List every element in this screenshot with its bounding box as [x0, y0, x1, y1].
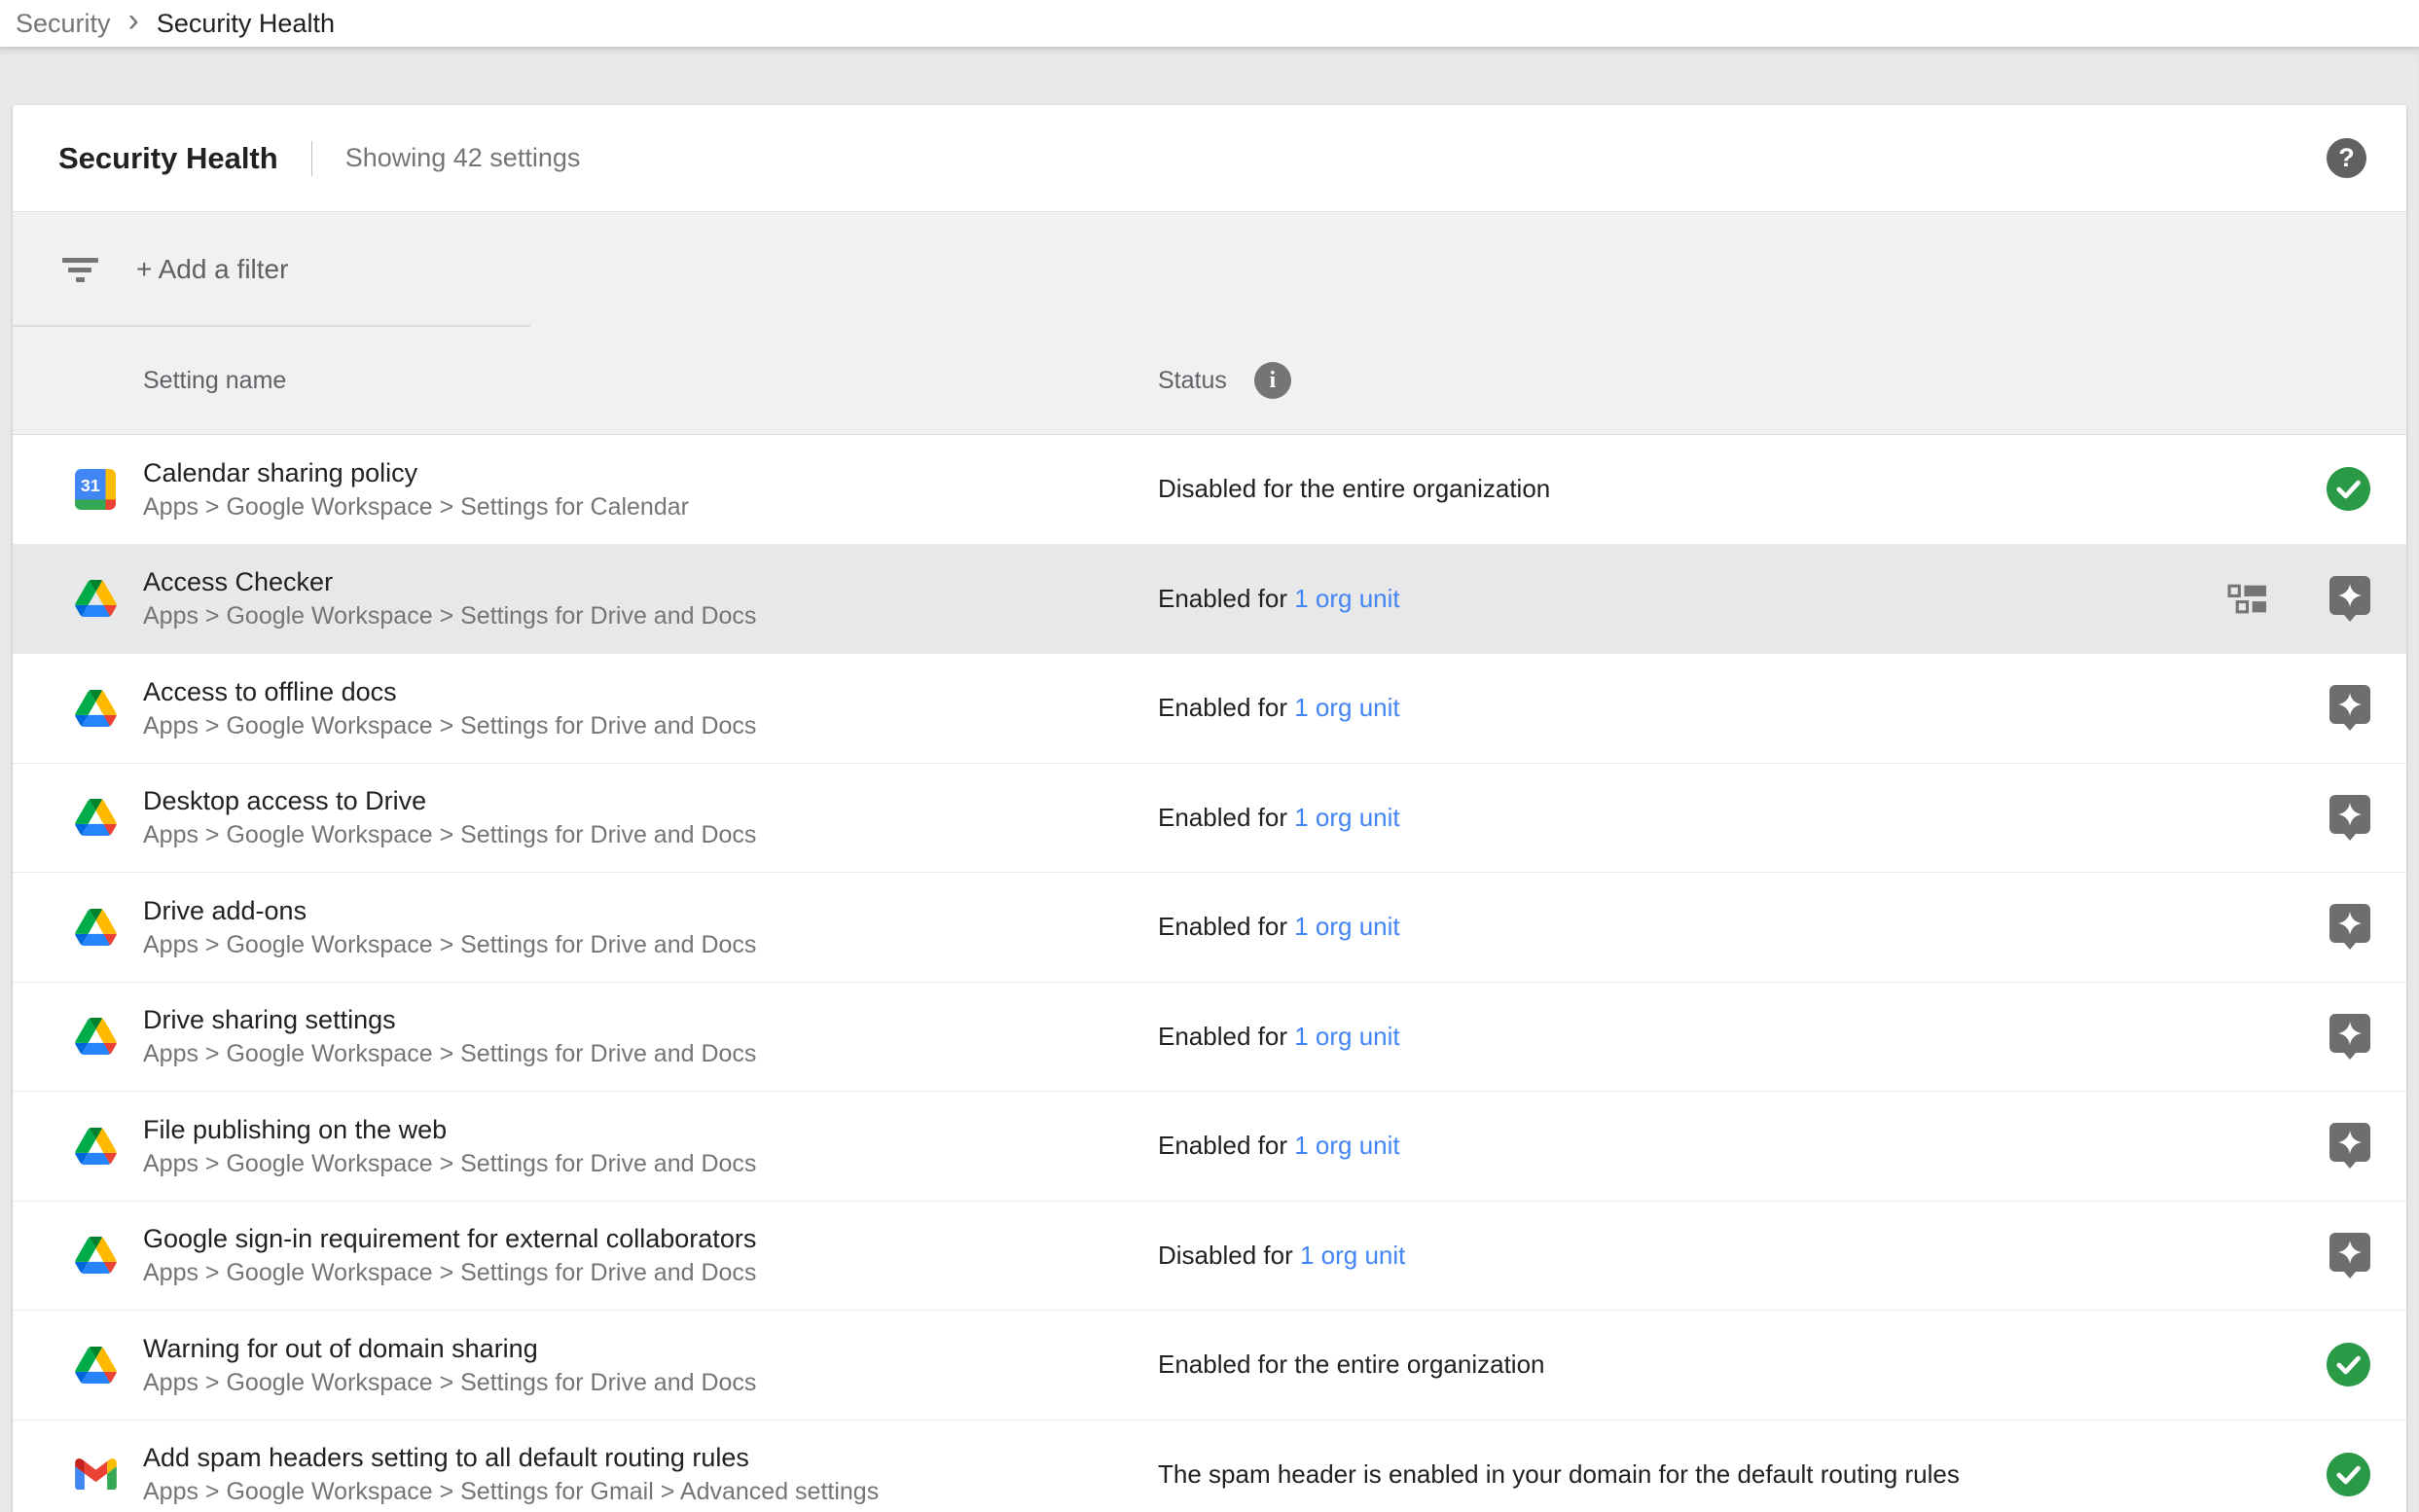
setting-status: Enabled for 1 org unit — [1158, 1022, 2228, 1052]
org-unit-link[interactable]: 1 org unit — [1294, 693, 1399, 722]
setting-path: Apps > Google Workspace > Settings for D… — [143, 1037, 756, 1070]
setting-row-access-to-offline-docs[interactable]: Access to offline docs Apps > Google Wor… — [13, 654, 2406, 764]
setting-row-drive-add-ons[interactable]: Drive add-ons Apps > Google Workspace > … — [13, 873, 2406, 983]
chevron-right-icon: › — [128, 4, 139, 37]
setting-path: Apps > Google Workspace > Settings for D… — [143, 818, 756, 851]
setting-row-add-spam-headers[interactable]: Add spam headers setting to all default … — [13, 1421, 2406, 1512]
filter-divider — [13, 325, 530, 327]
setting-status: Enabled for 1 org unit — [1158, 584, 2228, 614]
recommendation-icon[interactable] — [2329, 1233, 2370, 1278]
setting-name-column-header: Setting name — [13, 367, 1158, 395]
card-header: Security Health Showing 42 settings ? — [13, 105, 2406, 212]
page-title: Security Health — [58, 141, 278, 176]
recommendation-icon[interactable] — [2329, 795, 2370, 841]
breadcrumb-security-link[interactable]: Security — [16, 9, 111, 39]
setting-title: Add spam headers setting to all default … — [143, 1440, 879, 1475]
setting-path: Apps > Google Workspace > Settings for D… — [143, 709, 756, 742]
breadcrumb-current-page: Security Health — [157, 9, 335, 39]
setting-status: Enabled for the entire organization — [1158, 1350, 2228, 1380]
setting-path: Apps > Google Workspace > Settings for D… — [143, 1256, 756, 1289]
recommendation-icon[interactable] — [2329, 576, 2370, 622]
setting-title: Warning for out of domain sharing — [143, 1331, 756, 1366]
setting-path: Apps > Google Workspace > Settings for D… — [143, 1147, 756, 1180]
title-divider — [311, 141, 312, 176]
org-unit-link[interactable]: 1 org unit — [1294, 1022, 1399, 1051]
settings-list: Calendar sharing policy Apps > Google Wo… — [13, 435, 2406, 1512]
setting-title: Drive add-ons — [143, 893, 756, 928]
page-background: Security Health Showing 42 settings ? + … — [0, 47, 2419, 1512]
tools-section: + Add a filter Setting name Status i — [13, 212, 2406, 435]
setting-row-desktop-access-to-drive[interactable]: Desktop access to Drive Apps > Google Wo… — [13, 764, 2406, 874]
setting-row-warning-out-of-domain-sharing[interactable]: Warning for out of domain sharing Apps >… — [13, 1311, 2406, 1421]
gmail-icon — [73, 1458, 118, 1490]
setting-row-calendar-sharing-policy[interactable]: Calendar sharing policy Apps > Google Wo… — [13, 435, 2406, 545]
filter-funnel-icon — [61, 258, 98, 282]
setting-title: Calendar sharing policy — [143, 455, 689, 490]
setting-status: Disabled for the entire organization — [1158, 474, 2228, 504]
setting-status: Enabled for 1 org unit — [1158, 693, 2228, 723]
status-ok-icon — [2327, 1453, 2370, 1496]
recommendation-icon[interactable] — [2329, 1123, 2370, 1169]
google-drive-icon — [73, 1237, 118, 1274]
recommendation-icon[interactable] — [2329, 685, 2370, 731]
setting-status: Enabled for 1 org unit — [1158, 803, 2228, 833]
setting-path: Apps > Google Workspace > Settings for D… — [143, 599, 756, 632]
breadcrumb: Security › Security Health — [0, 0, 2419, 47]
setting-row-google-sign-in-requirement[interactable]: Google sign-in requirement for external … — [13, 1202, 2406, 1312]
org-unit-link[interactable]: 1 org unit — [1294, 803, 1399, 832]
google-drive-icon — [73, 1128, 118, 1165]
setting-title: Access to offline docs — [143, 674, 756, 709]
org-units-applied-icon[interactable] — [2227, 582, 2267, 615]
status-ok-icon — [2327, 467, 2370, 511]
setting-row-drive-sharing-settings[interactable]: Drive sharing settings Apps > Google Wor… — [13, 983, 2406, 1093]
org-unit-link[interactable]: 1 org unit — [1294, 1131, 1399, 1160]
setting-status: Enabled for 1 org unit — [1158, 1131, 2228, 1161]
add-filter-button[interactable]: + Add a filter — [136, 254, 288, 285]
recommendation-icon[interactable] — [2329, 1014, 2370, 1060]
google-drive-icon — [73, 799, 118, 836]
security-health-card: Security Health Showing 42 settings ? + … — [13, 105, 2406, 1512]
setting-path: Apps > Google Workspace > Settings for G… — [143, 1475, 879, 1508]
settings-count: Showing 42 settings — [345, 143, 581, 173]
recommendation-icon[interactable] — [2329, 904, 2370, 950]
setting-title: File publishing on the web — [143, 1112, 756, 1147]
setting-status: The spam header is enabled in your domai… — [1158, 1459, 2228, 1490]
setting-row-access-checker[interactable]: Access Checker Apps > Google Workspace >… — [13, 545, 2406, 655]
google-calendar-icon — [73, 469, 118, 510]
setting-title: Drive sharing settings — [143, 1002, 756, 1037]
help-icon[interactable]: ? — [2327, 138, 2366, 178]
google-drive-icon — [73, 1018, 118, 1055]
status-column-header: Status — [1158, 367, 1227, 395]
table-header: Setting name Status i — [13, 327, 2406, 435]
google-drive-icon — [73, 580, 118, 617]
setting-title: Desktop access to Drive — [143, 783, 756, 818]
google-drive-icon — [73, 1347, 118, 1384]
setting-title: Google sign-in requirement for external … — [143, 1221, 756, 1256]
setting-status: Enabled for 1 org unit — [1158, 912, 2228, 942]
google-drive-icon — [73, 690, 118, 727]
org-unit-link[interactable]: 1 org unit — [1294, 584, 1399, 613]
org-unit-link[interactable]: 1 org unit — [1294, 912, 1399, 941]
status-info-icon[interactable]: i — [1254, 362, 1291, 399]
setting-title: Access Checker — [143, 564, 756, 599]
status-ok-icon — [2327, 1343, 2370, 1386]
setting-status: Disabled for 1 org unit — [1158, 1241, 2228, 1271]
setting-path: Apps > Google Workspace > Settings for D… — [143, 928, 756, 961]
setting-path: Apps > Google Workspace > Settings for D… — [143, 1366, 756, 1399]
setting-row-file-publishing-on-the-web[interactable]: File publishing on the web Apps > Google… — [13, 1092, 2406, 1202]
google-drive-icon — [73, 909, 118, 946]
org-unit-link[interactable]: 1 org unit — [1300, 1241, 1405, 1270]
filter-bar: + Add a filter — [13, 212, 2406, 327]
setting-path: Apps > Google Workspace > Settings for C… — [143, 490, 689, 523]
